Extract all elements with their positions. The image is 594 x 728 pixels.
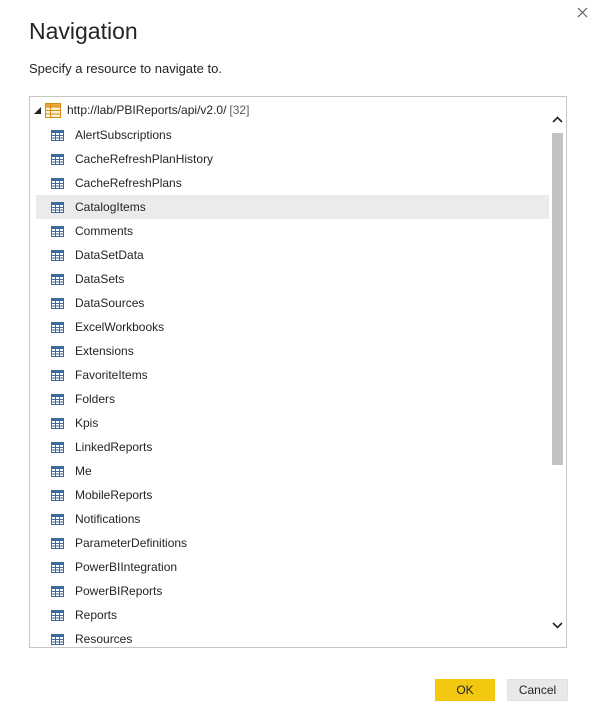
tree-item[interactable]: DataSets xyxy=(36,267,550,291)
navigator-tree: http://lab/PBIReports/api/v2.0/ [32] Ale… xyxy=(30,97,550,647)
tree-item[interactable]: Reports xyxy=(36,603,550,627)
vertical-scrollbar[interactable] xyxy=(549,97,566,647)
tree-item[interactable]: Kpis xyxy=(36,411,550,435)
tree-item[interactable]: ParameterDefinitions xyxy=(36,531,550,555)
table-icon xyxy=(51,345,64,357)
tree-item-label: AlertSubscriptions xyxy=(75,128,172,142)
chevron-down-icon xyxy=(552,622,563,629)
table-icon xyxy=(51,609,64,621)
table-icon xyxy=(51,129,64,141)
tree-item-label: Extensions xyxy=(75,344,134,358)
tree-items: AlertSubscriptions CacheRefreshPlanHistor… xyxy=(36,123,550,647)
tree-item-label: Reports xyxy=(75,608,118,622)
tree-item[interactable]: Notifications xyxy=(36,507,550,531)
tree-item[interactable]: DataSources xyxy=(36,291,550,315)
tree-item-label: ExcelWorkbooks xyxy=(75,320,165,334)
tree-item-label: CacheRefreshPlans xyxy=(75,176,182,190)
tree-item[interactable]: PowerBIReports xyxy=(36,579,550,603)
tree-item[interactable]: Folders xyxy=(36,387,550,411)
table-icon xyxy=(51,201,64,213)
tree-item-label: PowerBIReports xyxy=(75,584,163,598)
table-icon xyxy=(51,225,64,237)
tree-item-label: Folders xyxy=(75,392,116,406)
tree-item[interactable]: DataSetData xyxy=(36,243,550,267)
tree-root-node[interactable]: http://lab/PBIReports/api/v2.0/ [32] xyxy=(30,99,249,121)
tree-item[interactable]: CacheRefreshPlans xyxy=(36,171,550,195)
tree-root-count: [32] xyxy=(229,103,250,117)
tree-item-label: DataSetData xyxy=(75,248,144,262)
cancel-button[interactable]: Cancel xyxy=(507,679,568,701)
navigation-dialog: Navigation Specify a resource to navigat… xyxy=(0,0,594,728)
tree-item[interactable]: Extensions xyxy=(36,339,550,363)
navigator-tree-panel: http://lab/PBIReports/api/v2.0/ [32] Ale… xyxy=(29,96,567,648)
chevron-up-icon xyxy=(552,116,563,123)
scroll-thumb[interactable] xyxy=(552,133,563,465)
table-icon xyxy=(51,417,64,429)
ok-button[interactable]: OK xyxy=(435,679,495,701)
tree-item-label: DataSources xyxy=(75,296,145,310)
table-icon xyxy=(51,489,64,501)
tree-item-label: LinkedReports xyxy=(75,440,153,454)
tree-item-label: Me xyxy=(75,464,92,478)
table-icon xyxy=(51,369,64,381)
tree-item[interactable]: AlertSubscriptions xyxy=(36,123,550,147)
table-icon xyxy=(51,441,64,453)
tree-item[interactable]: CatalogItems xyxy=(36,195,550,219)
tree-root-label: http://lab/PBIReports/api/v2.0/ xyxy=(67,103,227,117)
tree-item-label: CatalogItems xyxy=(75,200,146,214)
table-icon xyxy=(51,153,64,165)
tree-item-label: DataSets xyxy=(75,272,125,286)
tree-item-label: MobileReports xyxy=(75,488,153,502)
tree-item[interactable]: Me xyxy=(36,459,550,483)
close-button[interactable] xyxy=(572,2,592,22)
table-icon xyxy=(51,297,64,309)
scroll-up-button[interactable] xyxy=(549,111,566,128)
tree-item-label: PowerBIIntegration xyxy=(75,560,178,574)
table-icon xyxy=(51,513,64,525)
tree-item[interactable]: Resources xyxy=(36,627,550,647)
tree-item-label: CacheRefreshPlanHistory xyxy=(75,152,214,166)
close-icon xyxy=(577,7,587,17)
tree-item-label: Kpis xyxy=(75,416,99,430)
tree-item[interactable]: Comments xyxy=(36,219,550,243)
table-icon xyxy=(51,633,64,645)
tree-item-label: ParameterDefinitions xyxy=(75,536,188,550)
tree-item[interactable]: LinkedReports xyxy=(36,435,550,459)
table-icon xyxy=(51,537,64,549)
table-icon xyxy=(51,393,64,405)
table-icon xyxy=(51,177,64,189)
triangle-expanded-icon[interactable] xyxy=(33,106,42,115)
table-icon xyxy=(51,249,64,261)
dialog-subtitle: Specify a resource to navigate to. xyxy=(29,61,222,76)
tree-item[interactable]: CacheRefreshPlanHistory xyxy=(36,147,550,171)
table-group-icon xyxy=(45,102,61,118)
table-icon xyxy=(51,585,64,597)
tree-item-label: Notifications xyxy=(75,512,141,526)
scroll-down-button[interactable] xyxy=(549,617,566,634)
table-icon xyxy=(51,273,64,285)
tree-item[interactable]: MobileReports xyxy=(36,483,550,507)
table-icon xyxy=(51,465,64,477)
tree-item[interactable]: ExcelWorkbooks xyxy=(36,315,550,339)
dialog-title: Navigation xyxy=(29,18,138,44)
table-icon xyxy=(51,561,64,573)
tree-item[interactable]: PowerBIIntegration xyxy=(36,555,550,579)
tree-item-label: Resources xyxy=(75,632,133,646)
tree-item-label: Comments xyxy=(75,224,134,238)
tree-item-label: FavoriteItems xyxy=(75,368,148,382)
tree-item[interactable]: FavoriteItems xyxy=(36,363,550,387)
table-icon xyxy=(51,321,64,333)
